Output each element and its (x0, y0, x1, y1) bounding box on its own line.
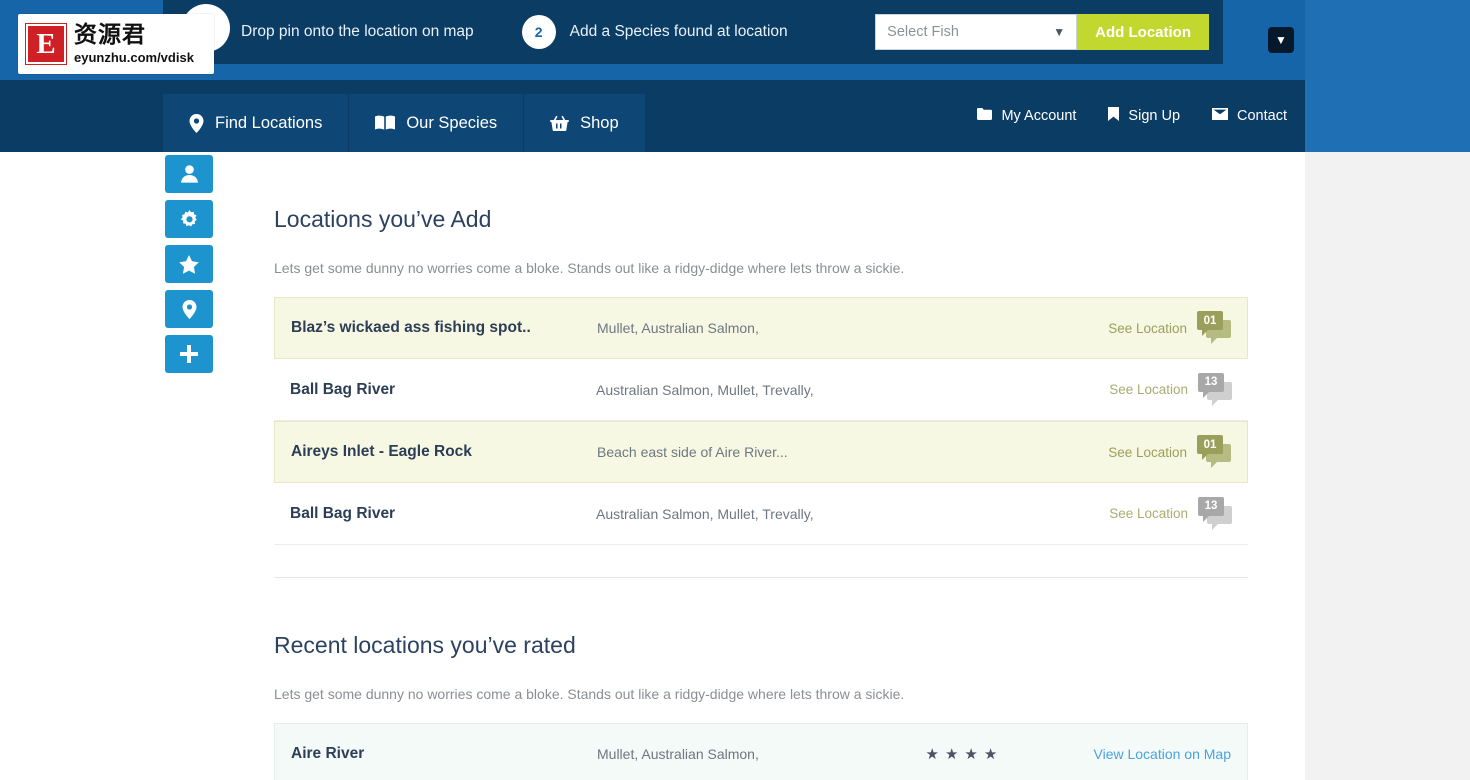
comment-bubble-front-icon: 13 (1198, 372, 1224, 398)
main-navbar: Find Locations Our Species Shop My Accou… (0, 80, 1305, 152)
comment-bubble-front-icon: 01 (1197, 435, 1223, 460)
nav-label: Shop (580, 113, 619, 132)
location-species: Australian Salmon, Mullet, Trevally, (596, 505, 814, 522)
star-icon: ★ (964, 745, 978, 763)
location-name: Ball Bag River (290, 504, 396, 522)
see-location-link[interactable]: See Location (1109, 382, 1188, 397)
watermark-url: eyunzhu.com/vdisk (74, 50, 194, 65)
chevron-down-icon[interactable]: ▼ (1268, 27, 1294, 53)
location-name: Aireys Inlet - Eagle Rock (291, 443, 472, 460)
step-1-text: Drop pin onto the location on map (241, 23, 474, 40)
book-icon (375, 115, 396, 131)
location-species: Australian Salmon, Mullet, Trevally, (596, 381, 814, 398)
location-name: Aire River (291, 745, 365, 762)
nav-label: Contact (1237, 108, 1287, 124)
page-root: ork ▼ 1 Drop pin onto the location on ma… (0, 0, 1470, 780)
table-row[interactable]: Blaz’s wickaed ass fishing spot.. Mullet… (274, 297, 1248, 359)
step-1: 1 Drop pin onto the location on map (193, 15, 474, 49)
basket-icon (550, 115, 570, 132)
rated-locations-list: Aire River Mullet, Australian Salmon, ★ … (274, 723, 1248, 780)
nav-item-sign-up[interactable]: Sign Up (1108, 107, 1180, 125)
comment-bubble-front-icon: 01 (1197, 311, 1223, 336)
nav-item-our-species[interactable]: Our Species (349, 94, 525, 152)
nav-item-shop[interactable]: Shop (524, 94, 646, 152)
star-icon: ★ (925, 745, 939, 763)
plus-icon (180, 345, 198, 363)
comment-bubble-front-icon: 13 (1198, 496, 1224, 522)
bookmark-icon (1108, 107, 1120, 125)
location-name: Ball Bag River (290, 380, 396, 398)
rail-button-profile[interactable] (165, 155, 213, 193)
nav-item-my-account[interactable]: My Account (977, 108, 1076, 124)
location-species: Mullet, Australian Salmon, (597, 320, 759, 336)
location-name: Blaz’s wickaed ass fishing spot.. (291, 319, 531, 336)
add-location-button[interactable]: Add Location (1077, 14, 1209, 50)
fish-select[interactable]: Select Fish ▼ (875, 14, 1078, 50)
nav-label: Sign Up (1128, 108, 1181, 124)
rail-button-favorites[interactable] (165, 245, 213, 283)
nav-item-find-locations[interactable]: Find Locations (163, 94, 350, 152)
location-species: Mullet, Australian Salmon, (597, 746, 759, 762)
step-2-text: Add a Species found at location (569, 23, 788, 40)
see-location-link[interactable]: See Location (1108, 445, 1187, 460)
chevron-down-icon: ▼ (1053, 25, 1066, 39)
user-icon (180, 165, 198, 183)
star-icon: ★ (944, 745, 959, 763)
step-2-number: 2 (521, 15, 556, 49)
view-location-link[interactable]: View Location on Map (1094, 746, 1232, 762)
banner-controls: Select Fish ▼ Add Location (875, 14, 1209, 50)
comment-count-badge[interactable]: 13 (1198, 496, 1232, 531)
envelope-icon (1212, 108, 1229, 124)
see-location-link[interactable]: See Location (1109, 506, 1188, 521)
folder-icon (977, 108, 993, 124)
table-row[interactable]: Ball Bag River Australian Salmon, Mullet… (274, 483, 1248, 545)
nav-label: My Account (1001, 108, 1077, 124)
nav-item-contact[interactable]: Contact (1212, 108, 1287, 124)
comment-count-badge[interactable]: 01 (1197, 311, 1231, 345)
star-icon: ★ (983, 745, 998, 763)
step-2: 2 Add a Species found at location (521, 15, 788, 49)
watermark-logo: E 资源君 eyunzhu.com/vdisk (18, 14, 214, 74)
nav-primary: Find Locations Our Species Shop (163, 94, 646, 152)
rail-button-settings[interactable] (165, 200, 213, 238)
nav-label: Our Species (406, 113, 498, 132)
rating-stars[interactable]: ★ ★ ★ ★ (926, 747, 1046, 762)
comment-count-badge[interactable]: 13 (1198, 372, 1232, 407)
table-row[interactable]: Aire River Mullet, Australian Salmon, ★ … (274, 723, 1248, 780)
section-description: Lets get some dunny no worries come a bl… (274, 260, 905, 276)
watermark-letter-icon: E (25, 23, 67, 65)
location-species: Beach east side of Aire River... (597, 444, 788, 460)
page-title: Locations you’ve Add (274, 206, 492, 232)
table-row[interactable]: Aireys Inlet - Eagle Rock Beach east sid… (274, 421, 1248, 483)
nav-secondary: My Account Sign Up Contact (977, 80, 1287, 152)
watermark-text: 资源君 eyunzhu.com/vdisk (74, 22, 194, 65)
add-location-banner: 1 Drop pin onto the location on map 2 Ad… (163, 0, 1223, 64)
locations-added-list: Blaz’s wickaed ass fishing spot.. Mullet… (274, 297, 1248, 545)
rail-button-add[interactable] (165, 335, 213, 373)
section-title-rated: Recent locations you’ve rated (274, 632, 576, 658)
map-pin-icon (182, 299, 197, 319)
see-location-link[interactable]: See Location (1108, 321, 1187, 336)
table-row[interactable]: Ball Bag River Australian Salmon, Mullet… (274, 359, 1248, 421)
left-icon-rail (165, 155, 213, 373)
fish-select-value: Select Fish (887, 24, 959, 40)
watermark-chinese: 资源君 (74, 22, 146, 48)
gear-icon (180, 209, 199, 229)
comment-count-badge[interactable]: 01 (1197, 435, 1231, 469)
nav-label: Find Locations (215, 113, 323, 132)
rail-button-locations[interactable] (165, 290, 213, 328)
section-description: Lets get some dunny no worries come a bl… (274, 686, 905, 702)
star-icon (179, 254, 199, 274)
map-pin-icon (189, 113, 204, 133)
main-content: Locations you’ve Add Lets get some dunny… (274, 152, 1248, 780)
